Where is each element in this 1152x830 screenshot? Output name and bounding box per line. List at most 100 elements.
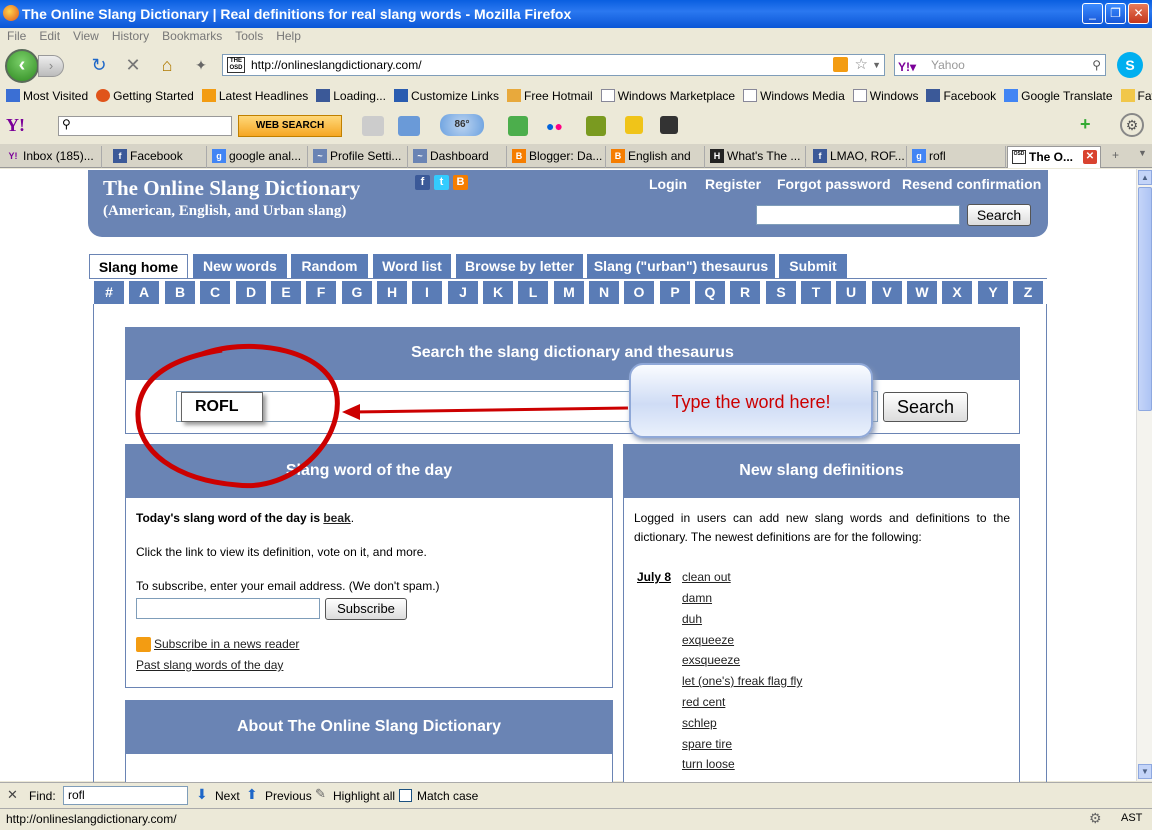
- gear-icon[interactable]: ⚙: [1089, 810, 1102, 827]
- arrow-down-icon[interactable]: ⬇: [196, 786, 208, 803]
- bookmark-most-visited[interactable]: Most Visited: [3, 86, 93, 103]
- tab-slang-thesaurus[interactable]: Slang ("urban") thesaurus: [587, 254, 775, 278]
- toolbar-notes-icon[interactable]: [586, 116, 606, 136]
- bookmark-latest-headlines[interactable]: Latest Headlines: [199, 86, 313, 103]
- tab-facebook[interactable]: f Facebook: [109, 146, 207, 168]
- rss-feed-icon[interactable]: [833, 57, 848, 72]
- header-search-input[interactable]: [756, 205, 960, 225]
- letter-m[interactable]: M: [554, 281, 584, 304]
- letter-e[interactable]: E: [271, 281, 301, 304]
- search-icon[interactable]: ⚲: [1092, 55, 1101, 75]
- letter-z[interactable]: Z: [1013, 281, 1043, 304]
- login-link[interactable]: Login: [649, 176, 687, 192]
- letter-c[interactable]: C: [200, 281, 230, 304]
- amazon-icon[interactable]: [660, 116, 678, 134]
- toolbar-answers-icon[interactable]: [625, 116, 643, 134]
- find-input[interactable]: rofl: [63, 786, 188, 805]
- subscribe-button[interactable]: Subscribe: [325, 598, 407, 620]
- weather-icon[interactable]: 86°: [440, 114, 484, 136]
- letter-f[interactable]: F: [306, 281, 336, 304]
- def-link[interactable]: schlep: [682, 716, 717, 730]
- scroll-up-icon[interactable]: ▲: [1138, 170, 1152, 185]
- letter-v[interactable]: V: [872, 281, 902, 304]
- menu-tools[interactable]: Tools: [228, 28, 269, 43]
- close-window-button[interactable]: ✕: [1128, 3, 1149, 24]
- letter-d[interactable]: D: [236, 281, 266, 304]
- toolbar-pencil-icon[interactable]: [362, 116, 384, 136]
- letter-hash[interactable]: #: [94, 281, 124, 304]
- chevron-down-icon[interactable]: ▼: [872, 55, 881, 75]
- toolbar-upload-icon[interactable]: [508, 116, 528, 136]
- news-reader-link[interactable]: Subscribe in a news reader: [154, 637, 299, 651]
- menu-bookmarks[interactable]: Bookmarks: [155, 28, 228, 43]
- yahoo-logo[interactable]: Y!: [6, 115, 25, 136]
- letter-q[interactable]: Q: [695, 281, 725, 304]
- find-next-button[interactable]: Next: [215, 789, 240, 803]
- letter-n[interactable]: N: [589, 281, 619, 304]
- letter-g[interactable]: G: [342, 281, 372, 304]
- menu-view[interactable]: View: [66, 28, 105, 43]
- add-button-icon[interactable]: +: [1080, 114, 1091, 135]
- match-case-checkbox[interactable]: [399, 789, 412, 802]
- letter-h[interactable]: H: [377, 281, 407, 304]
- close-tab-icon[interactable]: ✕: [1083, 150, 1097, 164]
- menu-file[interactable]: File: [0, 28, 32, 43]
- letter-j[interactable]: J: [448, 281, 478, 304]
- minimize-button[interactable]: _: [1082, 3, 1103, 24]
- letter-u[interactable]: U: [836, 281, 866, 304]
- past-words-link[interactable]: Past slang words of the day: [136, 658, 283, 672]
- def-link[interactable]: exsqueeze: [682, 653, 740, 667]
- menu-history[interactable]: History: [105, 28, 155, 43]
- menu-edit[interactable]: Edit: [32, 28, 66, 43]
- scroll-thumb[interactable]: [1138, 187, 1152, 411]
- tab-random[interactable]: Random: [291, 254, 368, 278]
- register-link[interactable]: Register: [705, 176, 761, 192]
- home-icon[interactable]: ⌂: [156, 54, 178, 76]
- tab-blogger-english[interactable]: BEnglish and ...: [607, 146, 705, 168]
- letter-r[interactable]: R: [730, 281, 760, 304]
- tab-new-words[interactable]: New words: [193, 254, 287, 278]
- arrow-up-icon[interactable]: ⬆: [246, 786, 258, 803]
- def-link[interactable]: let (one's) freak flag fly: [682, 674, 802, 688]
- def-link[interactable]: exqueeze: [682, 633, 734, 647]
- address-bar[interactable]: THE OSD http://onlineslangdictionary.com…: [222, 54, 885, 76]
- letter-o[interactable]: O: [624, 281, 654, 304]
- highlight-all-button[interactable]: Highlight all: [333, 789, 395, 803]
- letter-p[interactable]: P: [660, 281, 690, 304]
- mail-icon[interactable]: [398, 116, 420, 136]
- tab-scroll-icon[interactable]: ▼: [1138, 148, 1147, 158]
- tab-profile-settings[interactable]: ~ Profile Setti...: [309, 146, 408, 168]
- bookmark-free-hotmail[interactable]: Free Hotmail: [504, 86, 598, 103]
- addon-icon[interactable]: ✦: [190, 54, 212, 76]
- menu-help[interactable]: Help: [269, 28, 307, 43]
- tab-whats-the[interactable]: H What's The ...: [706, 146, 806, 168]
- forgot-password-link[interactable]: Forgot password: [777, 176, 891, 192]
- bookmark-windows-media[interactable]: Windows Media: [740, 86, 850, 103]
- bookmark-favorites[interactable]: Favorites: [1118, 86, 1152, 103]
- tab-inbox[interactable]: Y! Inbox (185)...: [2, 146, 102, 168]
- tab-blogger-dashboard[interactable]: B Blogger: Da...: [508, 146, 606, 168]
- letter-l[interactable]: L: [518, 281, 548, 304]
- tab-slang-home[interactable]: Slang home: [89, 254, 188, 279]
- tab-rofl-meaning[interactable]: grofl meaning...: [908, 146, 1006, 168]
- letter-x[interactable]: X: [942, 281, 972, 304]
- search-engine-box[interactable]: Y!▾ Yahoo ⚲: [894, 54, 1106, 76]
- letter-a[interactable]: A: [129, 281, 159, 304]
- tab-word-list[interactable]: Word list: [373, 254, 451, 278]
- scroll-down-icon[interactable]: ▼: [1138, 764, 1152, 779]
- letter-t[interactable]: T: [801, 281, 831, 304]
- facebook-icon[interactable]: f: [415, 175, 430, 190]
- bookmark-windows[interactable]: Windows: [850, 86, 924, 103]
- email-field[interactable]: [136, 598, 320, 619]
- twitter-icon[interactable]: t: [434, 175, 449, 190]
- letter-w[interactable]: W: [907, 281, 937, 304]
- tab-submit[interactable]: Submit: [779, 254, 847, 278]
- yahoo-search-input[interactable]: ⚲: [58, 116, 232, 136]
- forward-arrow-icon[interactable]: ›: [38, 55, 64, 77]
- web-search-button[interactable]: WEB SEARCH: [238, 115, 342, 137]
- tab-list-icon[interactable]: +: [1112, 148, 1119, 162]
- resend-confirmation-link[interactable]: Resend confirmation: [902, 176, 1041, 192]
- wotd-word-link[interactable]: beak: [323, 511, 350, 525]
- def-link[interactable]: damn: [682, 591, 712, 605]
- back-arrow-icon[interactable]: ‹: [5, 49, 39, 83]
